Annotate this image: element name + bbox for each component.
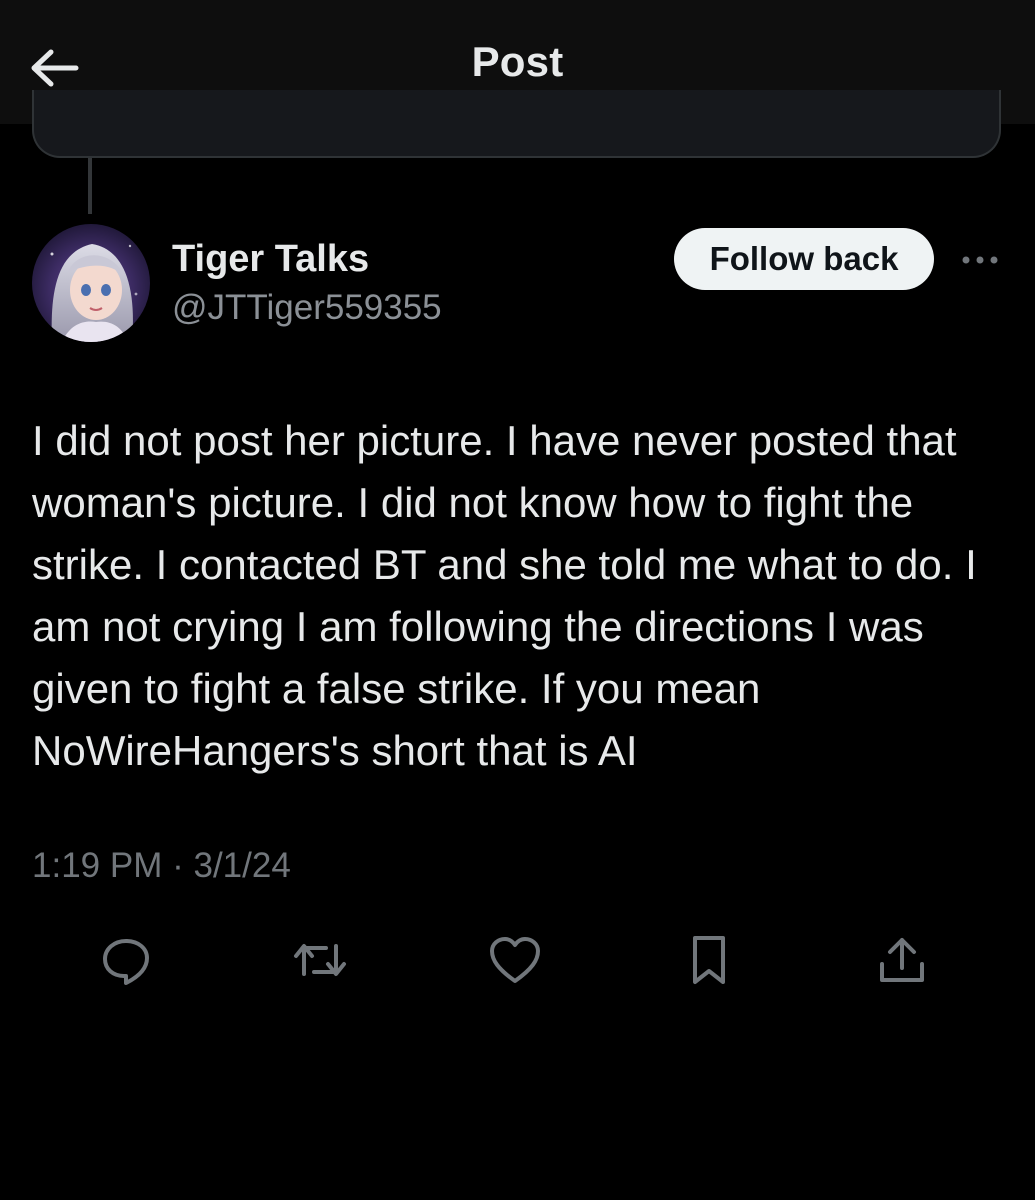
post-text: I did not post her picture. I have never…: [32, 417, 989, 774]
display-name[interactable]: Tiger Talks: [172, 238, 369, 281]
bookmark-icon: [693, 936, 725, 984]
post-date: 3/1/24: [193, 846, 291, 885]
post-timestamp[interactable]: 1:19 PM · 3/1/24: [32, 846, 291, 886]
share-button[interactable]: [874, 932, 930, 988]
repost-icon: [294, 944, 346, 976]
follow-back-button[interactable]: Follow back: [674, 228, 934, 290]
user-handle[interactable]: @JTTiger559355: [172, 288, 442, 328]
more-options-button[interactable]: [955, 238, 1005, 282]
like-button[interactable]: [487, 932, 543, 988]
heart-icon: [490, 937, 540, 983]
repost-button[interactable]: [292, 932, 348, 988]
share-icon: [880, 938, 924, 982]
avatar-image: [32, 224, 150, 342]
timestamp-separator: ·: [172, 846, 184, 885]
more-dots-icon: [962, 256, 998, 264]
reply-icon: [103, 939, 149, 985]
bookmark-button[interactable]: [681, 932, 737, 988]
reply-button[interactable]: [98, 932, 154, 988]
thread-connector-line: [88, 158, 92, 214]
page-title: Post: [471, 38, 564, 85]
quoted-post-card[interactable]: [32, 90, 1001, 158]
post-time: 1:19 PM: [32, 846, 163, 885]
avatar[interactable]: [32, 224, 150, 342]
